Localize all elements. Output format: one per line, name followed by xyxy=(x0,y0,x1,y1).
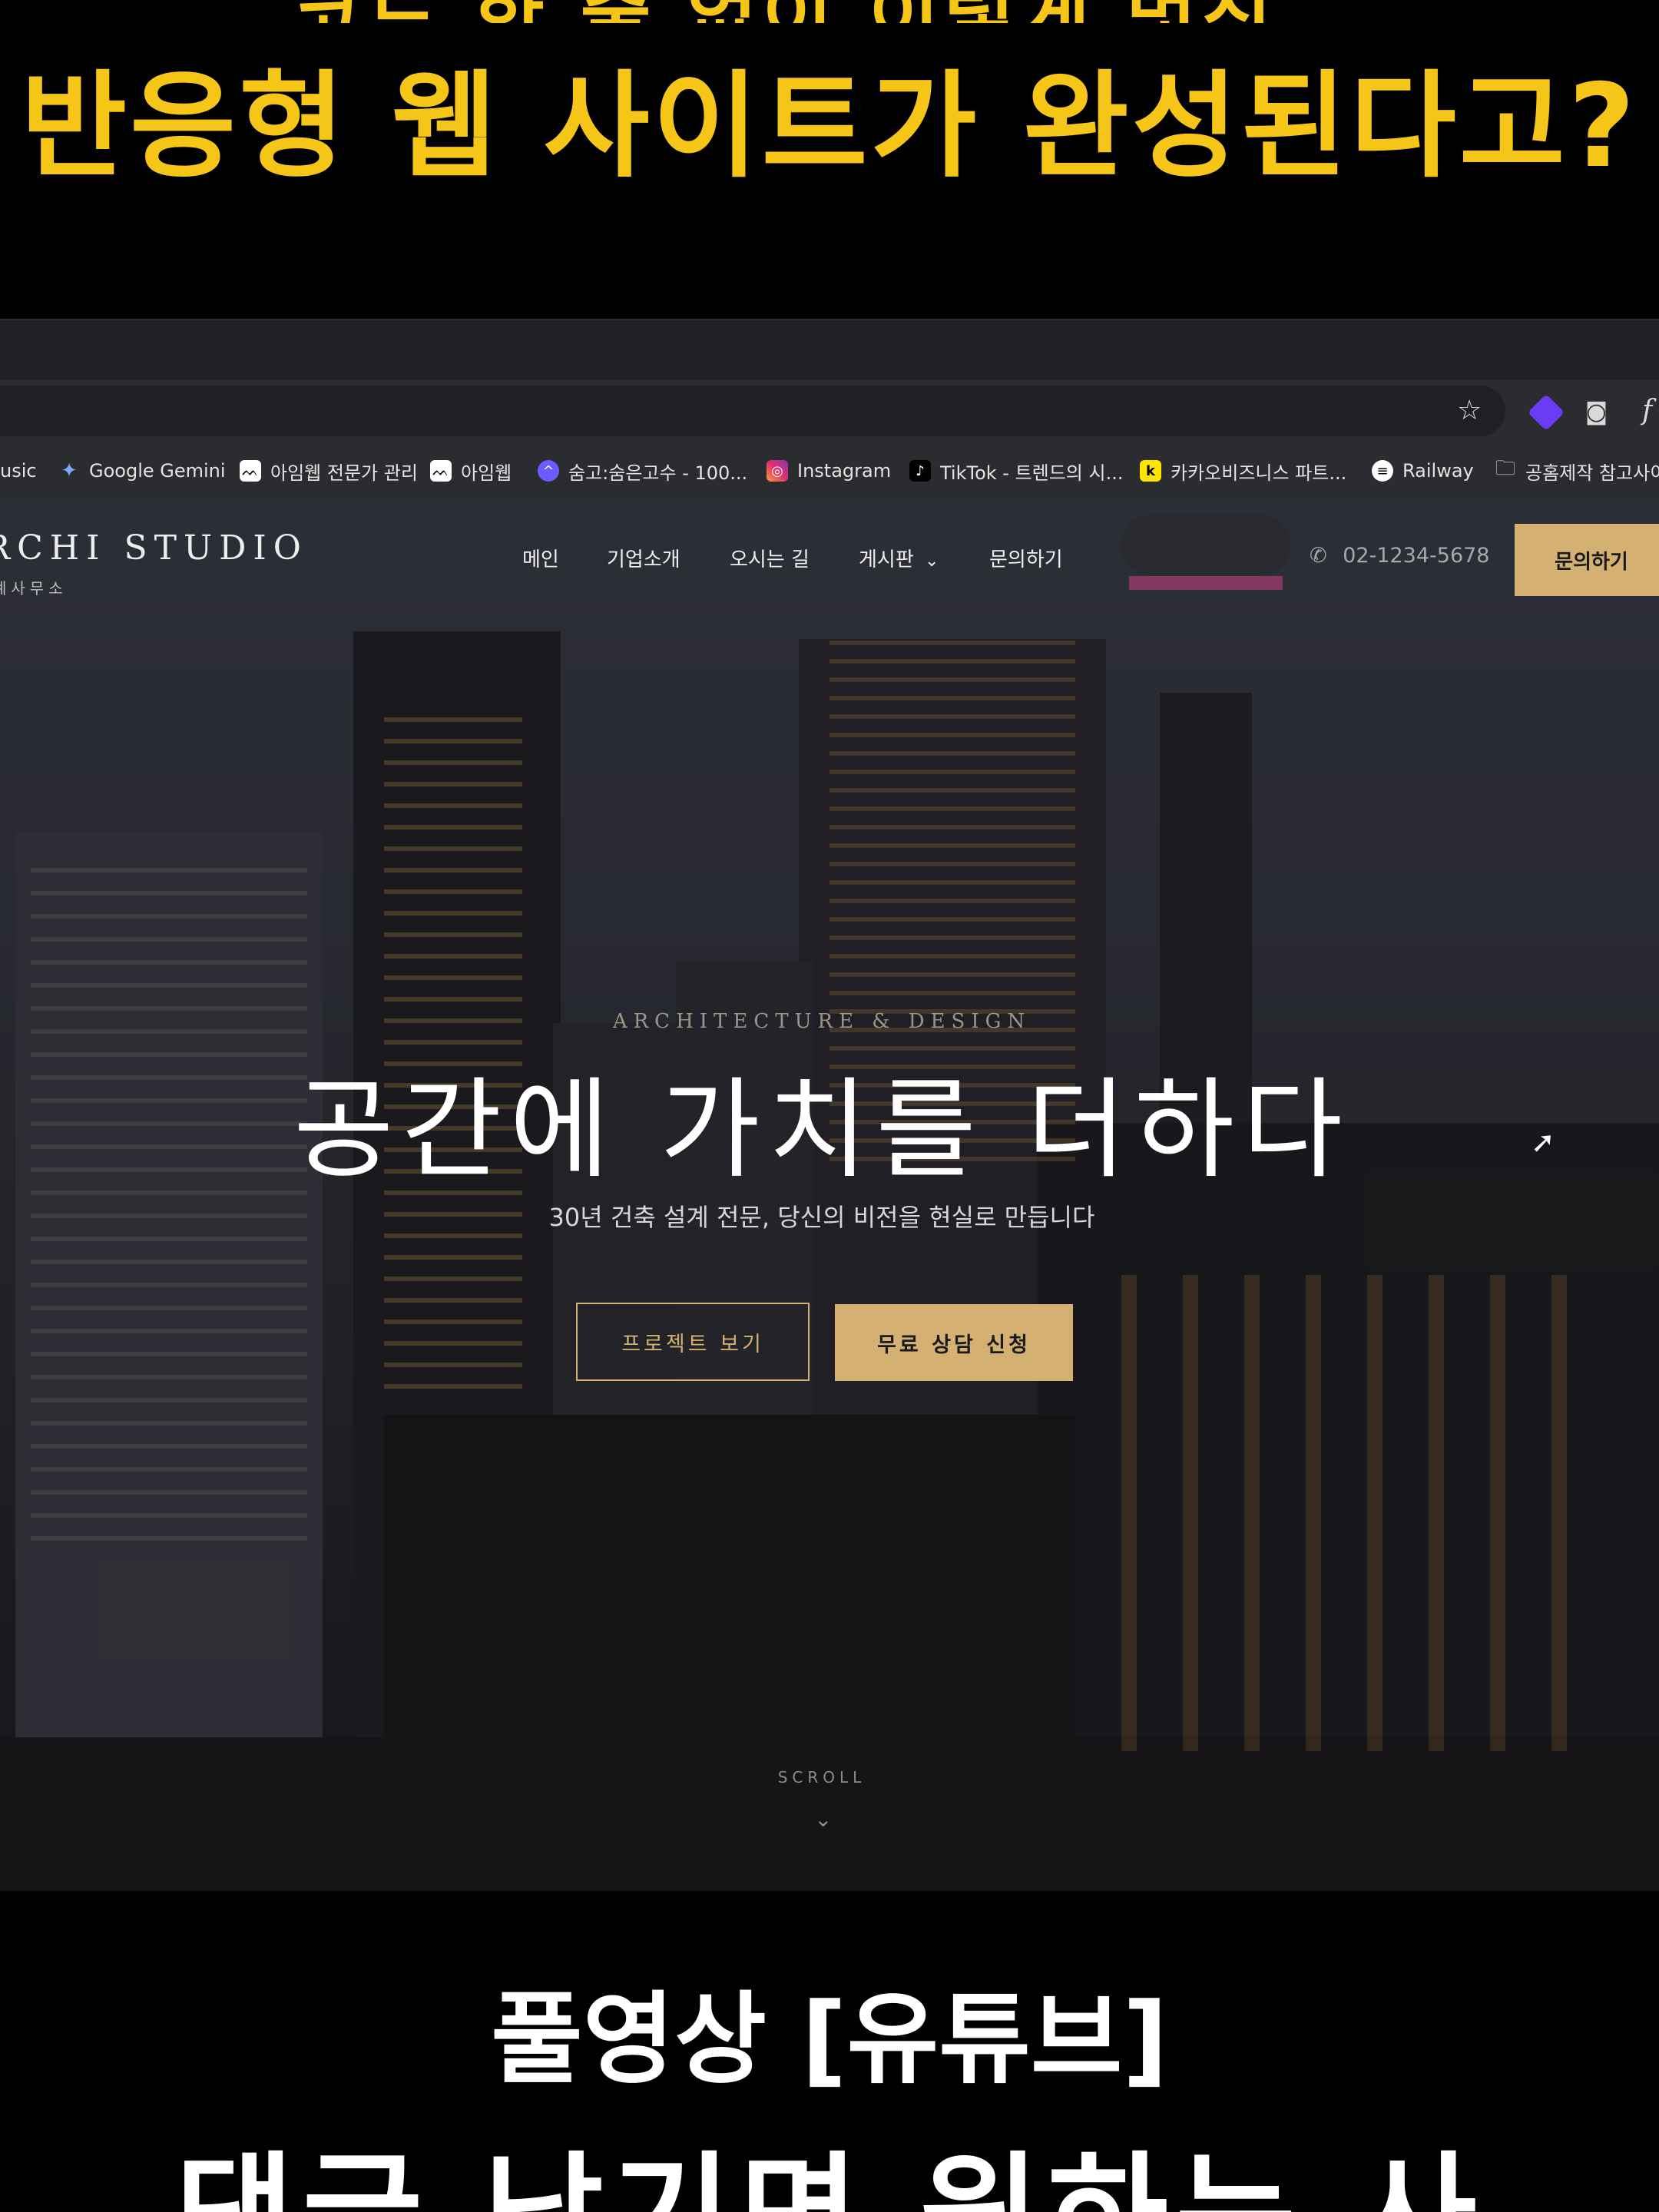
caption-top-text: 코드 한 줄 없이 이렇게 멋진 xyxy=(292,0,1277,23)
nav-board-label: 게시판 xyxy=(859,548,914,571)
hero-section: RCHI STUDIO 계사무소 메인 기업소개 오시는 길 게시판 ⌄ 문의하… xyxy=(0,499,1659,1891)
header-phone[interactable]: ✆ 02-1234-5678 xyxy=(1310,544,1490,568)
hero-headline: 공간에 가치를 더하다 xyxy=(293,1067,1351,1194)
view-projects-button[interactable]: 프로젝트 보기 xyxy=(576,1303,810,1381)
free-consult-button[interactable]: 무료 상담 신청 xyxy=(835,1304,1073,1381)
bookmarks-bar: usic ✦ Google Gemini ᨓ 아임웹 전문가 관리 ᨓ 아임웹 … xyxy=(0,442,1659,500)
nav-about[interactable]: 기업소개 xyxy=(607,544,680,572)
nav-directions[interactable]: 오시는 길 xyxy=(730,544,810,572)
phone-number: 02-1234-5678 xyxy=(1343,544,1490,568)
kakao-icon: k xyxy=(1140,460,1161,482)
soomgo-icon: ^ xyxy=(538,460,559,482)
phone-icon: ✆ xyxy=(1310,544,1327,568)
imweb-icon: ᨓ xyxy=(430,460,452,482)
chevron-down-icon: ⌄ xyxy=(925,551,939,571)
bookmark-instagram[interactable]: ◎ Instagram xyxy=(767,455,891,486)
mouse-cursor-icon: ➚ xyxy=(1531,1125,1555,1159)
hero-subline: 30년 건축 설계 전문, 당신의 비전을 현실로 만듭니다 xyxy=(548,1203,1095,1232)
tiktok-icon: ♪ xyxy=(909,460,931,482)
imweb-icon: ᨓ xyxy=(240,460,261,482)
site-logo-sub: 계사무소 xyxy=(0,579,68,598)
bookmark-railway[interactable]: ≡ Railway xyxy=(1372,455,1474,486)
f-icon[interactable]: f xyxy=(1642,396,1652,426)
caption-bottom-1: 풀영상 [유튜브] xyxy=(491,1981,1168,2098)
caption-bottom-2-text: 댓글 남기면 원하는 사 xyxy=(0,2143,1659,2212)
scroll-label: SCROLL xyxy=(777,1768,866,1786)
railway-icon: ≡ xyxy=(1372,460,1393,482)
bookmark-music[interactable]: usic xyxy=(0,455,37,486)
chevron-down-icon[interactable]: ⌄ xyxy=(814,1806,832,1832)
site-logo[interactable]: RCHI STUDIO xyxy=(0,528,308,568)
hero-eyebrow: ARCHITECTURE & DESIGN xyxy=(612,1010,1031,1033)
star-icon[interactable]: ☆ xyxy=(1457,396,1482,426)
bookmark-gemini[interactable]: ✦ Google Gemini xyxy=(58,455,225,486)
caption-headline: 반응형 웹 사이트가 완성된다고? xyxy=(21,60,1638,194)
instagram-icon: ◎ xyxy=(767,460,788,482)
camera-icon[interactable]: ◙ xyxy=(1585,397,1608,428)
bookmark-imweb[interactable]: ᨓ 아임웹 xyxy=(430,455,512,486)
bookmark-imweb-manager[interactable]: ᨓ 아임웹 전문가 관리 xyxy=(240,455,418,486)
bookmark-folder[interactable]: 🗀 공홈제작 참고사이 xyxy=(1495,455,1659,486)
address-bar[interactable] xyxy=(0,386,1505,436)
folder-icon: 🗀 xyxy=(1495,457,1515,480)
bookmark-tiktok[interactable]: ♪ TikTok - 트렌드의 시... xyxy=(909,455,1124,486)
caption-bottom-2-clipped: 댓글 남기면 원하는 사 xyxy=(0,2143,1659,2212)
bookmark-soomgo[interactable]: ^ 숨고:숨은고수 - 100... xyxy=(538,455,747,486)
bookmark-kakao[interactable]: k 카카오비즈니스 파트... xyxy=(1140,455,1346,486)
nav-contact[interactable]: 문의하기 xyxy=(989,544,1063,572)
gemini-icon: ✦ xyxy=(61,459,78,482)
nav-main[interactable]: 메인 xyxy=(522,544,559,572)
header-contact-button[interactable]: 문의하기 xyxy=(1515,524,1659,596)
browser-tab-strip xyxy=(0,319,1659,382)
caption-top-clipped: 코드 한 줄 없이 이렇게 멋진 xyxy=(0,0,1659,23)
nav-board[interactable]: 게시판 ⌄ xyxy=(859,544,939,572)
